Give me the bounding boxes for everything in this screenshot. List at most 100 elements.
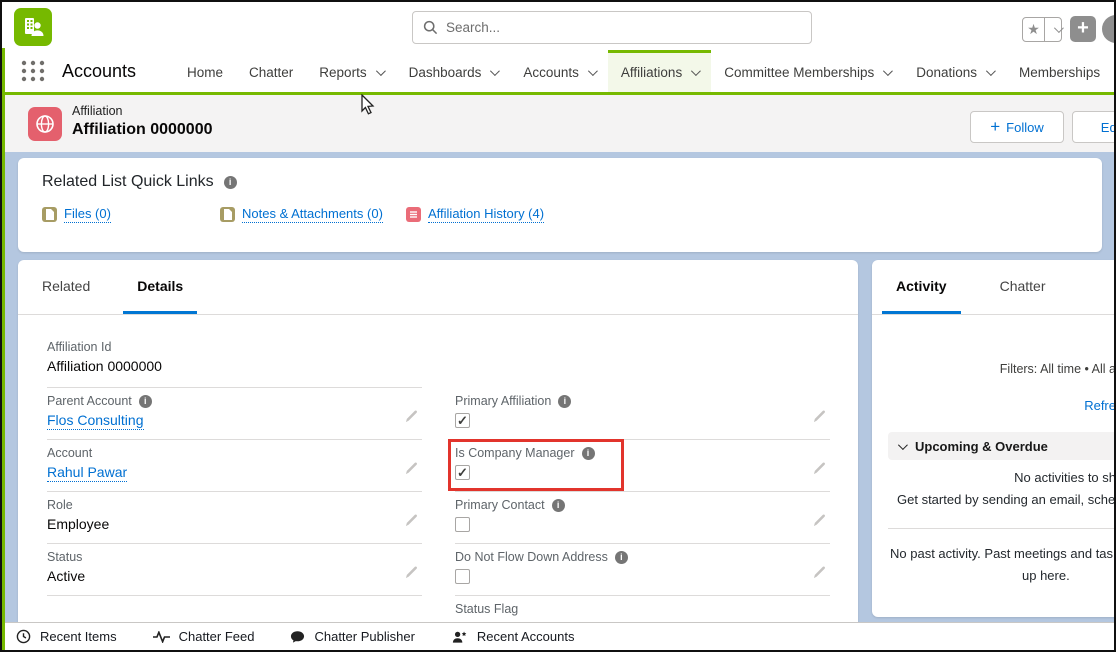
tab-details[interactable]: Details (123, 260, 197, 314)
field-is-company-manager: Is Company Manager (455, 440, 830, 492)
favorites-star-icon[interactable] (1023, 18, 1045, 41)
tab-activity[interactable]: Activity (882, 260, 961, 314)
chevron-down-icon (490, 66, 500, 76)
edit-button[interactable]: Edit (1072, 111, 1116, 143)
tab-affiliations[interactable]: Affiliations (608, 50, 711, 92)
detail-tabstrip: Related Details (18, 260, 858, 315)
plus-icon (990, 117, 1000, 137)
field-account: Account Rahul Pawar (47, 440, 422, 492)
info-icon[interactable] (558, 395, 571, 408)
tab-reports[interactable]: Reports (306, 50, 395, 92)
info-icon[interactable] (139, 395, 152, 408)
edit-pencil-icon[interactable] (813, 410, 826, 428)
empty-state-text: up here. (872, 568, 1116, 583)
edit-pencil-icon[interactable] (813, 566, 826, 584)
global-add-icon[interactable] (1070, 16, 1096, 42)
chevron-down-icon (898, 440, 908, 450)
file-icon (42, 207, 57, 222)
info-icon[interactable] (552, 499, 565, 512)
clock-icon (16, 629, 31, 644)
global-search (412, 11, 812, 44)
files-link[interactable]: Files (0) (42, 206, 111, 223)
activity-panel: Activity Chatter Filters: All time • All… (872, 260, 1116, 617)
field-role: Role Employee (47, 492, 422, 544)
affiliation-history-link[interactable]: Affiliation History (4) (406, 206, 544, 223)
info-icon[interactable] (615, 551, 628, 564)
notifications-icon[interactable] (1102, 15, 1116, 43)
pulse-icon (153, 631, 170, 643)
entity-label: Affiliation (72, 104, 213, 118)
upcoming-overdue-section[interactable]: Upcoming & Overdue (888, 432, 1116, 460)
person-star-icon (451, 630, 468, 644)
empty-state-text: Get started by sending an email, sche (872, 492, 1116, 507)
history-icon (406, 207, 421, 222)
edit-pencil-icon[interactable] (405, 514, 418, 532)
quick-links-title: Related List Quick Links (42, 173, 237, 191)
utility-chatter-publisher[interactable]: Chatter Publisher (290, 629, 414, 644)
field-primary-affiliation: Primary Affiliation (455, 388, 830, 440)
notes-attachments-link[interactable]: Notes & Attachments (0) (220, 206, 383, 223)
tab-memberships[interactable]: Memberships (1006, 50, 1113, 92)
left-accent-line (2, 48, 5, 650)
activity-filters-text: Filters: All time • All a (872, 362, 1116, 376)
tab-chatter-panel[interactable]: Chatter (986, 260, 1060, 314)
tab-committee-memberships[interactable]: Committee Memberships (711, 50, 903, 92)
detail-fields-left: Affiliation Id Affiliation 0000000 Paren… (47, 334, 422, 596)
detail-fields-right: Primary Affiliation Is Company Manager P… (455, 334, 830, 626)
page-title: Affiliation 0000000 (72, 121, 213, 139)
edit-pencil-icon[interactable] (405, 462, 418, 480)
empty-state-text: No activities to sh (872, 470, 1116, 485)
record-meta: Affiliation Affiliation 0000000 (72, 104, 213, 139)
do-not-flow-down-address-checkbox (455, 569, 470, 584)
favorites-caret-icon[interactable] (1045, 18, 1061, 41)
utility-chatter-feed[interactable]: Chatter Feed (153, 629, 255, 644)
affiliation-id-value: Affiliation 0000000 (47, 358, 422, 374)
field-parent-account: Parent Account Flos Consulting (47, 388, 422, 440)
chevron-down-icon (376, 66, 386, 76)
chevron-down-icon (691, 66, 701, 76)
tab-home[interactable]: Home (174, 50, 236, 92)
empty-state-text: No past activity. Past meetings and tas (872, 546, 1116, 561)
search-icon (423, 20, 438, 35)
utility-recent-items[interactable]: Recent Items (16, 629, 117, 644)
tab-chatter[interactable]: Chatter (236, 50, 306, 92)
tab-donations[interactable]: Donations (903, 50, 1006, 92)
edit-pencil-icon[interactable] (813, 462, 826, 480)
chevron-down-icon (588, 66, 598, 76)
app-window: Accounts Home Chatter Reports Dashboards… (0, 0, 1116, 652)
field-status: Status Active (47, 544, 422, 596)
parent-account-link[interactable]: Flos Consulting (47, 412, 144, 430)
field-affiliation-id: Affiliation Id Affiliation 0000000 (47, 334, 422, 388)
info-icon[interactable] (582, 447, 595, 460)
edit-pencil-icon[interactable] (405, 566, 418, 584)
favorites-control (1022, 17, 1062, 42)
app-launcher-icon[interactable] (20, 58, 46, 84)
building-person-icon (21, 15, 45, 39)
app-name: Accounts (62, 61, 168, 82)
refresh-link[interactable]: Refre (872, 398, 1116, 413)
field-spacer (455, 334, 830, 388)
role-value: Employee (47, 516, 422, 532)
account-link[interactable]: Rahul Pawar (47, 464, 127, 482)
tab-dashboards[interactable]: Dashboards (396, 50, 511, 92)
primary-contact-checkbox (455, 517, 470, 532)
tab-accounts[interactable]: Accounts (510, 50, 608, 92)
global-header (2, 2, 1114, 50)
chevron-down-icon (883, 66, 893, 76)
info-icon[interactable] (224, 176, 237, 189)
org-logo-icon[interactable] (14, 8, 52, 46)
nav-tabs: Home Chatter Reports Dashboards Accounts… (174, 50, 1113, 92)
edit-pencil-icon[interactable] (813, 514, 826, 532)
utility-recent-accounts[interactable]: Recent Accounts (451, 629, 575, 644)
field-do-not-flow-down-address: Do Not Flow Down Address (455, 544, 830, 596)
note-icon (220, 207, 235, 222)
section-title: Upcoming & Overdue (915, 439, 1048, 454)
divider (888, 528, 1116, 529)
nav-bar: Accounts Home Chatter Reports Dashboards… (2, 50, 1114, 95)
search-input[interactable] (446, 20, 801, 35)
affiliation-globe-icon (28, 107, 62, 141)
follow-button[interactable]: Follow (970, 111, 1064, 143)
activity-tabstrip: Activity Chatter (872, 260, 1116, 315)
tab-related[interactable]: Related (28, 260, 104, 314)
edit-pencil-icon[interactable] (405, 410, 418, 428)
